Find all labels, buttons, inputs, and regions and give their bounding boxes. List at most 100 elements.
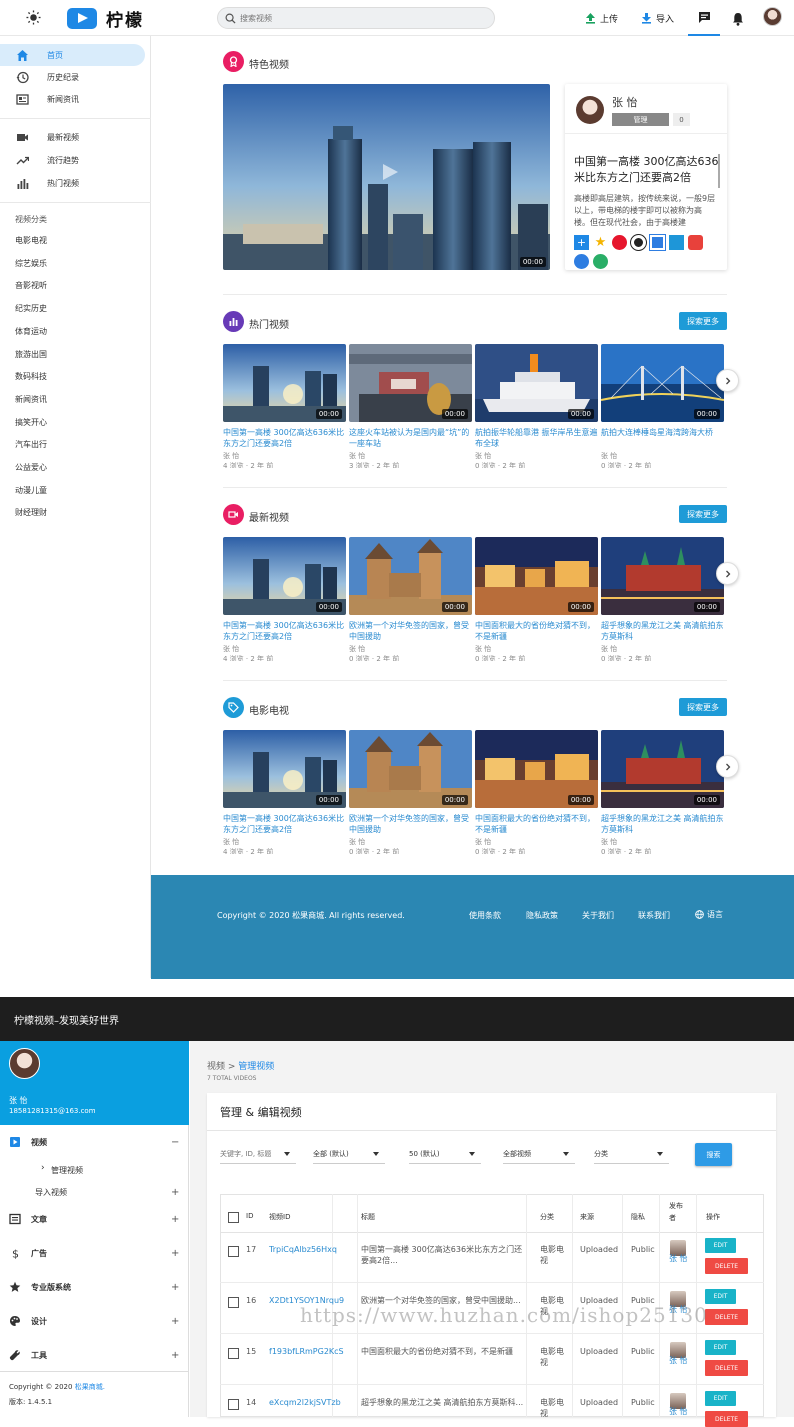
video-thumbnail[interactable]: 00:00 xyxy=(475,537,598,615)
filter-keyword-input[interactable] xyxy=(220,1144,296,1164)
sidebar-item-history[interactable]: 历史纪录 xyxy=(0,66,145,88)
video-author[interactable]: 张 怡 xyxy=(475,837,491,847)
row-video-id[interactable]: eXcqm2l2kjSVTzb xyxy=(269,1397,341,1408)
video-title[interactable]: 航拍大连棒棰岛星海湾跨海大桥 xyxy=(601,427,725,449)
video-thumbnail[interactable]: 00:00 xyxy=(223,730,346,808)
card-scrollbar[interactable] xyxy=(718,154,720,188)
share-qzone-star-icon[interactable]: ★ xyxy=(593,235,608,250)
video-author[interactable]: 张 怡 xyxy=(601,837,617,847)
share-wechat-icon[interactable] xyxy=(593,254,608,269)
video-author[interactable]: 张 怡 xyxy=(223,837,239,847)
category-item[interactable]: 动漫儿童 xyxy=(15,485,47,496)
edit-button[interactable]: EDIT xyxy=(705,1340,736,1355)
expand-toggle-icon[interactable]: + xyxy=(171,1214,179,1225)
video-thumbnail[interactable]: 00:00 xyxy=(475,344,598,422)
category-item[interactable]: 公益爱心 xyxy=(15,462,47,473)
delete-button[interactable]: DELETE xyxy=(705,1411,748,1427)
upload-button[interactable]: 上传 xyxy=(585,8,618,28)
filter-dropdown[interactable]: 分类 xyxy=(594,1144,669,1164)
row-author-name[interactable]: 张 怡 xyxy=(669,1406,688,1417)
footer-link-privacy[interactable]: 隐私政策 xyxy=(526,910,558,921)
share-tieba-icon[interactable] xyxy=(574,254,589,269)
video-title[interactable]: 中国面积最大的省份绝对猜不到，不是新疆 xyxy=(475,620,599,642)
video-author[interactable]: 张 怡 xyxy=(349,644,365,654)
category-item[interactable]: 数码科技 xyxy=(15,371,47,382)
expand-toggle-icon[interactable]: + xyxy=(171,1187,179,1198)
video-title[interactable]: 欧洲第一个对华免签的国家，曾受中国援助 xyxy=(349,620,473,642)
category-item[interactable]: 汽车出行 xyxy=(15,439,47,450)
share-qq-icon[interactable] xyxy=(631,235,646,250)
row-author-name[interactable]: 张 怡 xyxy=(669,1253,688,1264)
video-thumbnail[interactable]: 00:00 xyxy=(601,730,724,808)
row-checkbox[interactable] xyxy=(228,1297,239,1308)
footer-link-terms[interactable]: 使用条款 xyxy=(469,910,501,921)
user-avatar[interactable] xyxy=(763,7,782,26)
row-checkbox[interactable] xyxy=(228,1399,239,1410)
edit-button[interactable]: EDIT xyxy=(705,1289,736,1304)
category-item[interactable]: 旅游出国 xyxy=(15,349,47,360)
search-box[interactable] xyxy=(217,7,495,29)
expand-toggle-icon[interactable]: + xyxy=(171,1350,179,1361)
theme-toggle-icon[interactable] xyxy=(26,10,41,29)
admin-site-title[interactable]: 柠檬视频–发现美好世界 xyxy=(14,1012,119,1027)
admin-avatar[interactable] xyxy=(9,1048,40,1079)
video-thumbnail[interactable]: 00:00 xyxy=(349,344,472,422)
delete-button[interactable]: DELETE xyxy=(705,1360,748,1376)
import-button[interactable]: 导入 xyxy=(641,8,674,28)
share-douban-icon[interactable] xyxy=(650,235,665,250)
expand-toggle-icon[interactable]: + xyxy=(171,1248,179,1259)
delete-button[interactable]: DELETE xyxy=(705,1258,748,1274)
breadcrumb-root[interactable]: 视频 xyxy=(207,1062,225,1072)
filter-dropdown[interactable]: 全部视频 xyxy=(503,1144,575,1164)
video-author[interactable]: 张 怡 xyxy=(349,451,365,461)
breadcrumb-current[interactable]: 管理视频 xyxy=(238,1062,274,1072)
admin-menu-item[interactable]: 工具 + xyxy=(0,1344,189,1366)
category-item[interactable]: 纪实历史 xyxy=(15,303,47,314)
expand-toggle-icon[interactable]: + xyxy=(171,1316,179,1327)
language-selector[interactable]: 语言 xyxy=(695,909,723,920)
category-item[interactable]: 电影电视 xyxy=(15,235,47,246)
edit-button[interactable]: EDIT xyxy=(705,1238,736,1253)
row-checkbox[interactable] xyxy=(228,1246,239,1257)
category-item[interactable]: 搞笑开心 xyxy=(15,417,47,428)
admin-menu-item[interactable]: › 管理视频 xyxy=(0,1159,189,1181)
category-item[interactable]: 综艺娱乐 xyxy=(15,258,47,269)
category-item[interactable]: 新闻资讯 xyxy=(15,394,47,405)
select-all-checkbox[interactable] xyxy=(228,1212,239,1223)
footer-link-about[interactable]: 关于我们 xyxy=(582,910,614,921)
sidebar-item-home[interactable]: 首页 xyxy=(0,44,145,66)
video-title[interactable]: 中国第一高楼 300亿高达636米比东方之门还要高2倍 xyxy=(223,427,347,449)
explore-more-button[interactable]: 探索更多 xyxy=(679,312,727,330)
footer-link-contact[interactable]: 联系我们 xyxy=(638,910,670,921)
admin-copyright-link[interactable]: 松果商城. xyxy=(75,1383,105,1391)
featured-video-player[interactable]: 00:00 xyxy=(223,84,550,270)
video-author[interactable]: 张 怡 xyxy=(601,451,617,461)
video-title[interactable]: 中国第一高楼 300亿高达636米比东方之门还要高2倍 xyxy=(223,620,347,642)
filter-dropdown[interactable]: 全部 (默认) xyxy=(313,1144,385,1164)
expand-toggle-icon[interactable]: + xyxy=(171,1282,179,1293)
featured-headline[interactable]: 中国第一高楼 300亿高达636米比东方之门还要高2倍 xyxy=(574,154,719,186)
video-thumbnail[interactable]: 00:00 xyxy=(223,537,346,615)
video-title[interactable]: 航拍振华轮船靠港 振华岸吊生意遍布全球 xyxy=(475,427,599,449)
edit-button[interactable]: EDIT xyxy=(705,1391,736,1406)
admin-menu-item[interactable]: $ 广告 + xyxy=(0,1242,189,1264)
author-avatar[interactable] xyxy=(576,96,604,124)
video-title[interactable]: 中国面积最大的省份绝对猜不到，不是新疆 xyxy=(475,813,599,835)
admin-menu-item[interactable]: 视频 − xyxy=(0,1131,189,1153)
messages-button[interactable] xyxy=(688,0,720,36)
video-author[interactable]: 张 怡 xyxy=(475,644,491,654)
video-author[interactable]: 张 怡 xyxy=(349,837,365,847)
category-item[interactable]: 音影视听 xyxy=(15,280,47,291)
logo-play-icon[interactable] xyxy=(67,8,97,29)
expand-toggle-icon[interactable]: − xyxy=(171,1137,179,1148)
category-item[interactable]: 财经理财 xyxy=(15,507,47,518)
search-button[interactable]: 搜索 xyxy=(695,1143,732,1166)
notification-bell-icon[interactable] xyxy=(732,11,744,30)
category-item[interactable]: 体育运动 xyxy=(15,326,47,337)
video-thumbnail[interactable]: 00:00 xyxy=(349,730,472,808)
video-title[interactable]: 超乎想象的黑龙江之美 高清航拍东方莫斯科 xyxy=(601,620,725,642)
keyword-input[interactable] xyxy=(220,1149,294,1158)
share-netease-icon[interactable] xyxy=(688,235,703,250)
video-title[interactable]: 这座火车站被认为是国内最“坑”的一座车站 xyxy=(349,427,473,449)
video-thumbnail[interactable]: 00:00 xyxy=(223,344,346,422)
